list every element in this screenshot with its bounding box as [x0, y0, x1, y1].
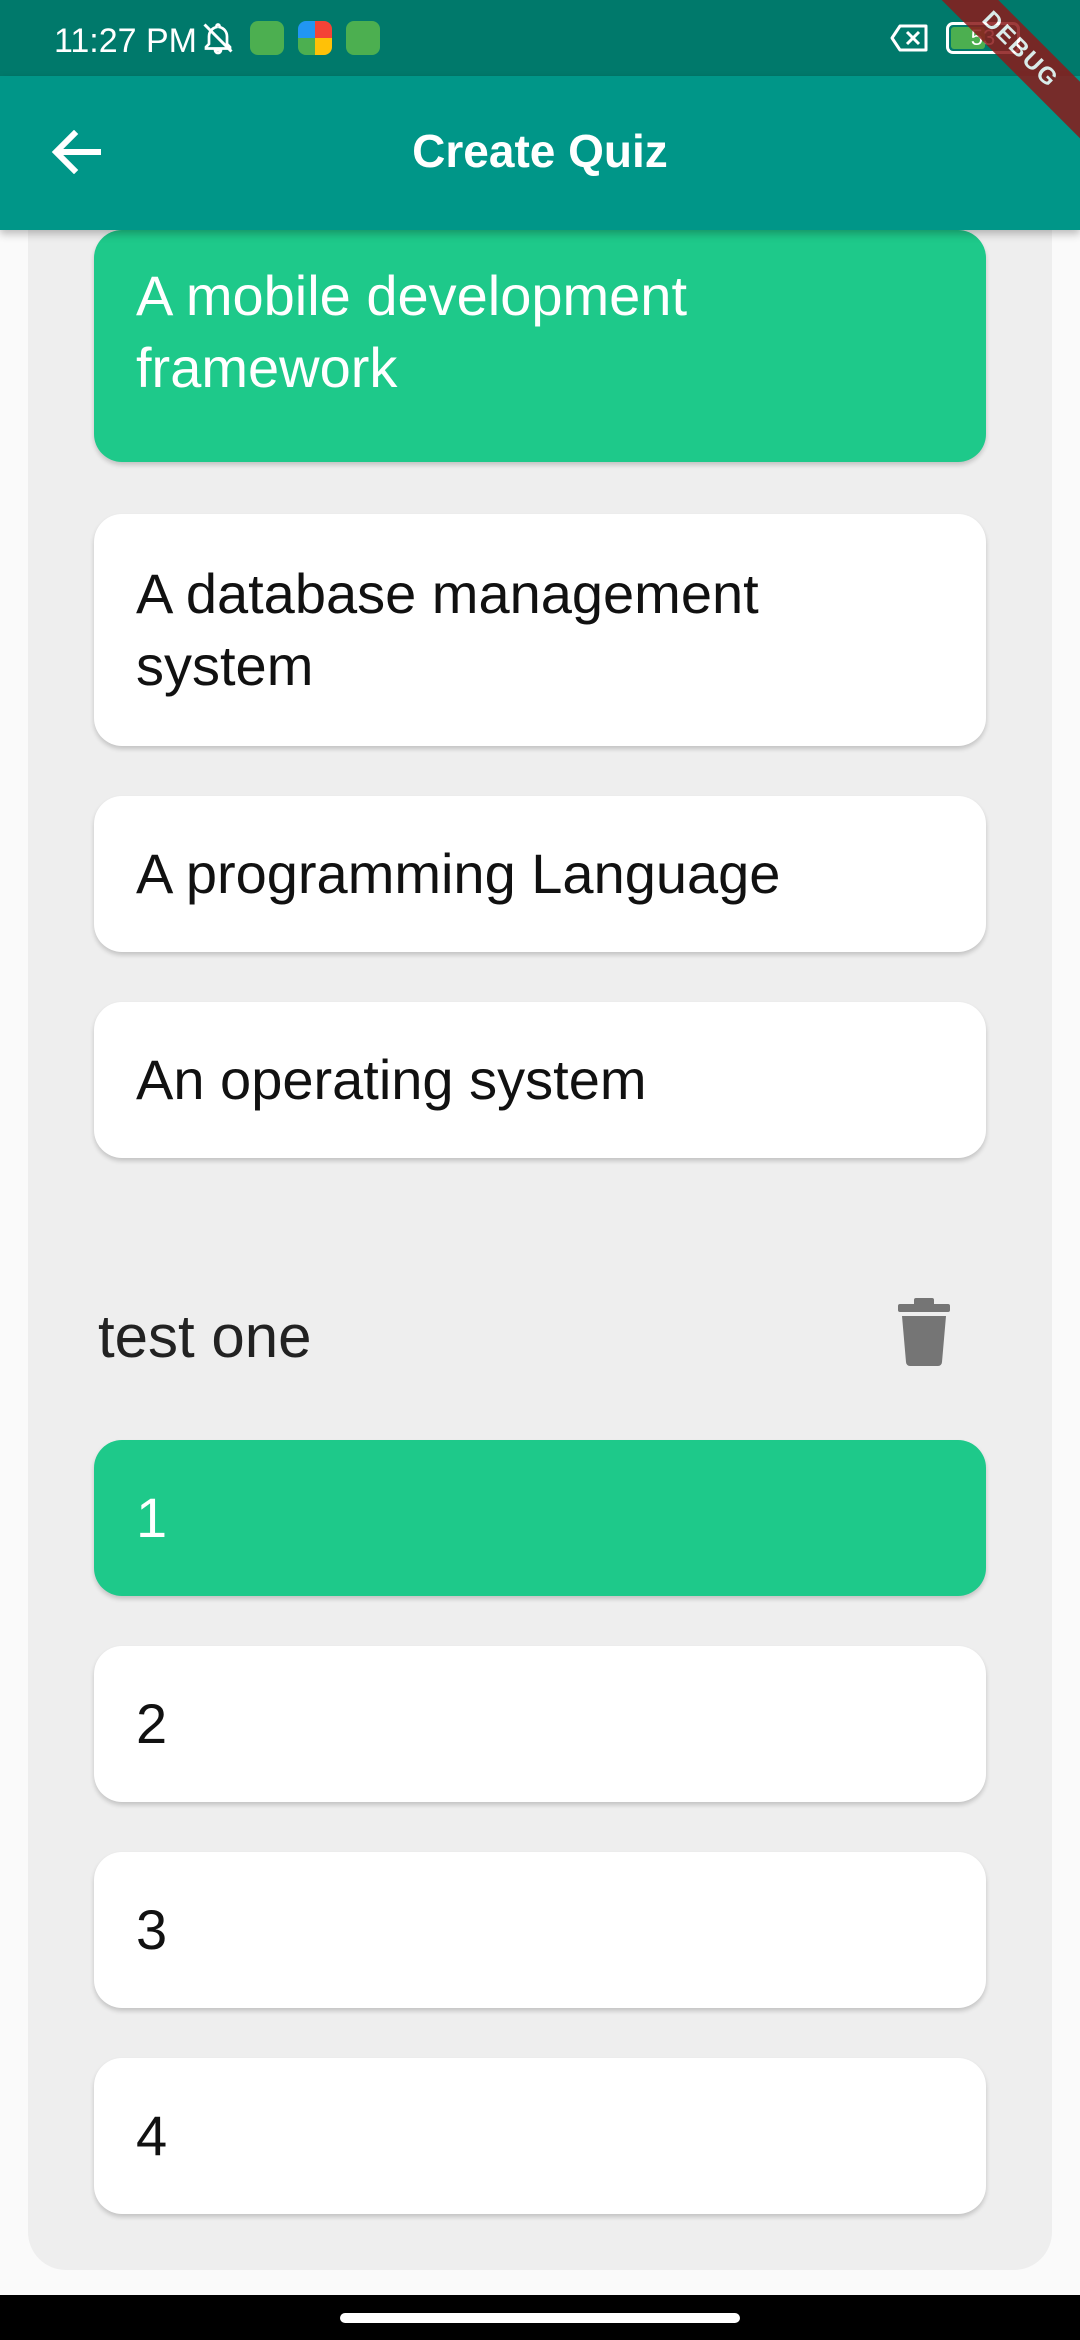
- notification-icons: [200, 20, 380, 56]
- answer-option[interactable]: An operating system: [94, 1002, 986, 1158]
- answer-option[interactable]: 3: [94, 1852, 986, 2008]
- answer-option-label: A mobile development framework: [136, 264, 688, 399]
- answer-option[interactable]: A database management system: [94, 514, 986, 746]
- answer-option-label: A database management system: [136, 562, 759, 697]
- trash-icon: [898, 1298, 950, 1366]
- home-indicator[interactable]: [340, 2313, 740, 2323]
- delete-question-button[interactable]: [896, 1298, 952, 1366]
- status-time: 11:27 PM: [54, 22, 198, 60]
- answer-option[interactable]: 4: [94, 2058, 986, 2214]
- page-title: Create Quiz: [412, 125, 668, 177]
- answer-option-label: 2: [136, 1692, 168, 1755]
- bell-off-icon: [203, 23, 233, 55]
- question-card: A mobile development framework A databas…: [28, 230, 1052, 1408]
- answer-option-label: A programming Language: [136, 842, 781, 905]
- app-notification-icon: [346, 21, 380, 55]
- no-sim-icon: [890, 24, 928, 52]
- answer-option-label: 4: [136, 2104, 168, 2167]
- photos-notification-icon: [298, 21, 332, 55]
- answer-option-label: 3: [136, 1898, 168, 1961]
- answer-option[interactable]: A programming Language: [94, 796, 986, 952]
- answer-option[interactable]: 2: [94, 1646, 986, 1802]
- answer-option-label: 1: [136, 1486, 168, 1549]
- answer-option[interactable]: 1: [94, 1440, 986, 1596]
- answer-option-label: An operating system: [136, 1048, 647, 1111]
- system-navigation-bar: [0, 2295, 1080, 2340]
- question-title: test one: [98, 1303, 312, 1370]
- quiz-questions-list[interactable]: A mobile development framework A databas…: [0, 230, 1080, 2295]
- answer-option[interactable]: A mobile development framework: [94, 230, 986, 462]
- app-notification-icon: [250, 21, 284, 55]
- app-bar: Create Quiz: [0, 76, 1080, 230]
- status-bar: 11:27 PM 53 DEBUG: [0, 0, 1080, 149]
- question-card: test one 1 2 3 4: [28, 1234, 1052, 2270]
